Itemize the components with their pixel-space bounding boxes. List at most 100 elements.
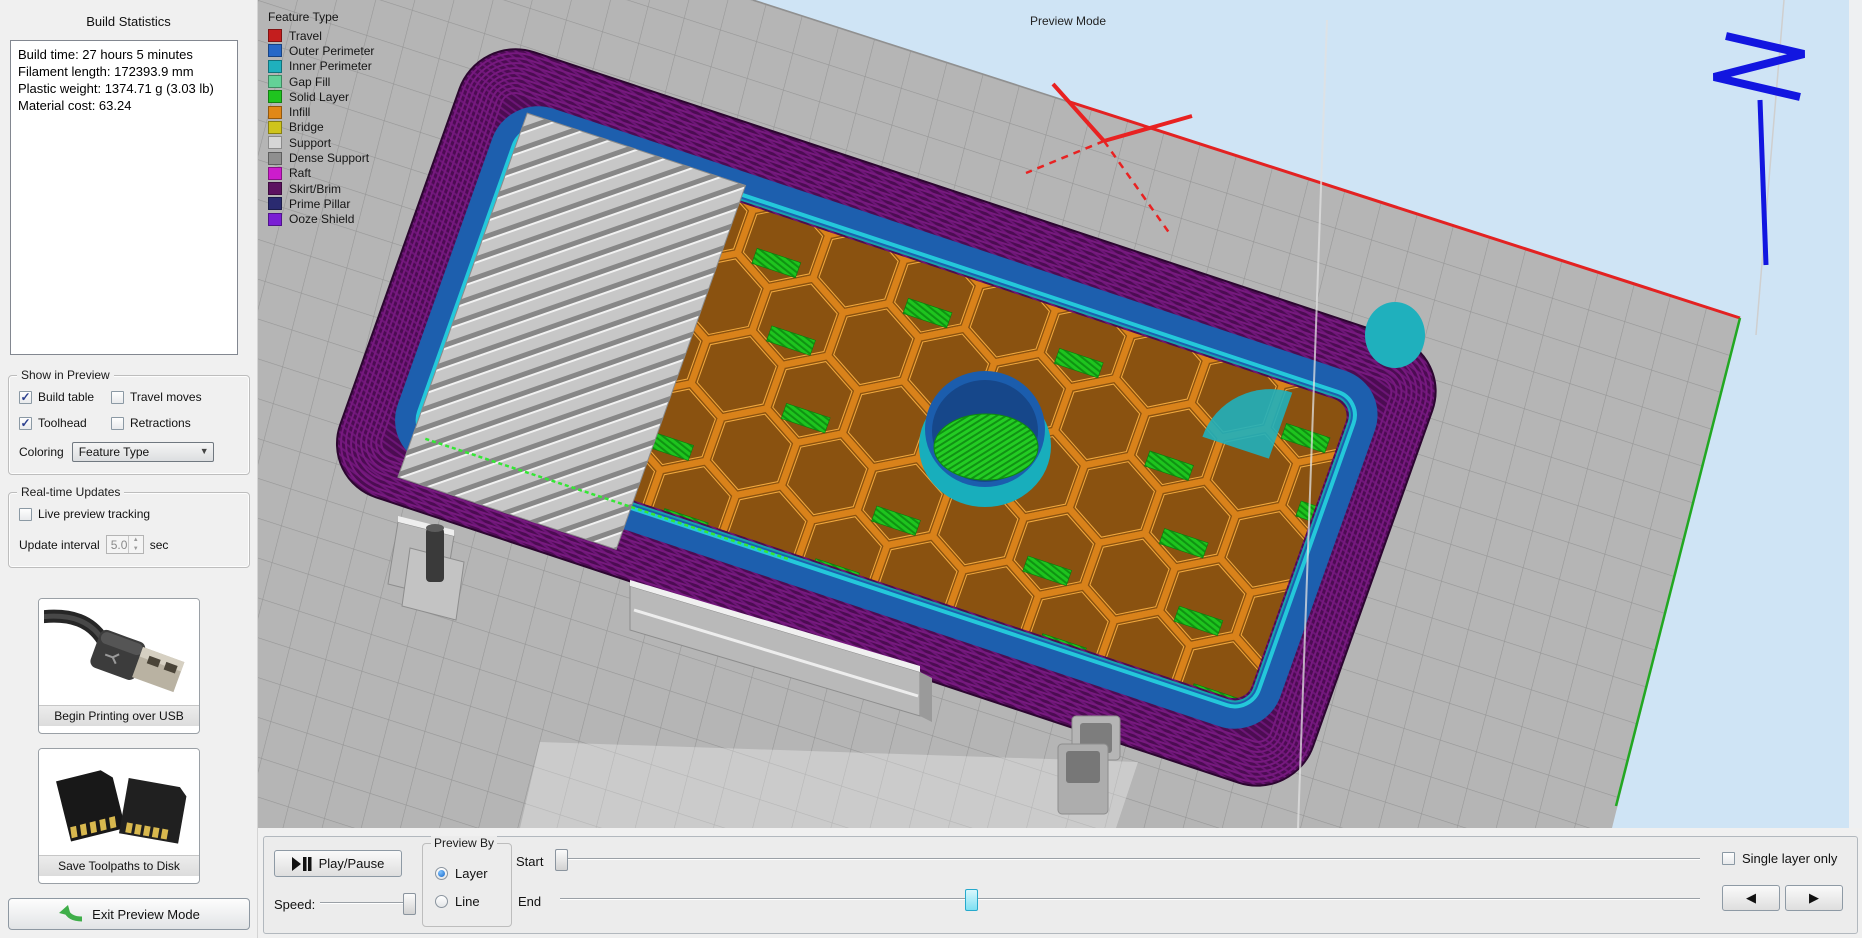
legend-swatch	[268, 213, 282, 226]
sd-cards-image	[39, 749, 199, 855]
speed-label: Speed:	[274, 897, 315, 912]
sd-button-caption: Save Toolpaths to Disk	[39, 855, 199, 876]
legend-label: Solid Layer	[289, 90, 349, 104]
scene-canvas	[258, 0, 1862, 828]
legend-swatch	[268, 182, 282, 195]
legend-label: Inner Perimeter	[289, 59, 372, 73]
usb-plug-image	[39, 599, 199, 705]
end-layer-slider[interactable]	[560, 889, 1700, 909]
exit-preview-mode-button[interactable]: Exit Preview Mode	[8, 898, 250, 930]
save-toolpaths-button[interactable]: Save Toolpaths to Disk	[38, 748, 200, 884]
single-layer-checkbox[interactable]	[1722, 852, 1735, 865]
legend-swatch	[268, 60, 282, 73]
radio-line[interactable]: Line	[435, 894, 480, 909]
legend-swatch	[268, 121, 282, 134]
legend-item-solid-layer: Solid Layer	[268, 89, 374, 104]
legend-label: Bridge	[289, 120, 324, 134]
start-label: Start	[516, 854, 543, 869]
coloring-dropdown[interactable]: Feature Type ▼	[72, 442, 214, 462]
legend-label: Ooze Shield	[289, 212, 354, 226]
legend-item-skirt-brim: Skirt/Brim	[268, 181, 374, 196]
speed-slider[interactable]	[320, 893, 408, 913]
begin-printing-usb-button[interactable]: Begin Printing over USB	[38, 598, 200, 734]
show-checkbox-retractions[interactable]: Retractions	[111, 416, 191, 430]
legend-swatch	[268, 75, 282, 88]
preview-toolbar: Play/Pause Speed: Preview By Layer Line …	[263, 836, 1858, 934]
checkbox-control[interactable]: ✓	[19, 417, 32, 430]
legend-swatch	[268, 106, 282, 119]
stat-line: Filament length: 172393.9 mm	[18, 63, 230, 80]
update-interval-unit: sec	[150, 538, 169, 552]
play-pause-button[interactable]: Play/Pause	[274, 850, 402, 877]
legend-label: Prime Pillar	[289, 197, 350, 211]
viewport-margin	[1849, 0, 1862, 828]
radio-layer-control[interactable]	[435, 867, 448, 880]
previous-layer-button[interactable]: ◀	[1722, 885, 1780, 911]
legend-title: Feature Type	[268, 10, 374, 24]
legend-item-inner-perimeter: Inner Perimeter	[268, 59, 374, 74]
legend-item-dense-support: Dense Support	[268, 150, 374, 165]
exit-button-label: Exit Preview Mode	[92, 907, 200, 922]
coloring-value: Feature Type	[79, 445, 150, 459]
next-layer-button[interactable]: ▶	[1785, 885, 1843, 911]
feature-type-legend: Feature Type TravelOuter PerimeterInner …	[268, 10, 374, 227]
show-in-preview-group: Show in Preview ✓Build tableTravel moves…	[8, 375, 250, 475]
spin-up-icon[interactable]: ▲	[129, 536, 143, 545]
legend-item-raft: Raft	[268, 166, 374, 181]
chevron-down-icon: ▼	[200, 446, 209, 456]
legend-item-gap-fill: Gap Fill	[268, 74, 374, 89]
next-arrow-icon: ▶	[1809, 890, 1819, 906]
legend-swatch	[268, 44, 282, 57]
small-hole	[1365, 302, 1425, 368]
legend-swatch	[268, 152, 282, 165]
preview-by-group: Preview By Layer Line	[422, 843, 512, 927]
start-layer-slider[interactable]	[560, 849, 1700, 869]
speed-slider-track	[320, 902, 408, 904]
prev-arrow-icon: ◀	[1746, 890, 1756, 906]
update-interval-label: Update interval	[19, 538, 100, 552]
show-checkbox-travel-moves[interactable]: Travel moves	[111, 390, 202, 404]
legend-label: Dense Support	[289, 151, 369, 165]
start-slider-handle[interactable]	[555, 849, 568, 871]
legend-item-prime-pillar: Prime Pillar	[268, 196, 374, 211]
spin-down-icon[interactable]: ▼	[129, 545, 143, 554]
checkbox-label: Travel moves	[130, 390, 202, 404]
show-in-preview-label: Show in Preview	[17, 368, 114, 382]
stat-line: Plastic weight: 1374.71 g (3.03 lb)	[18, 80, 230, 97]
end-slider-handle[interactable]	[965, 889, 978, 911]
preview-by-label: Preview By	[431, 836, 497, 850]
checkbox-control[interactable]	[111, 417, 124, 430]
end-slider-track	[560, 898, 1700, 900]
show-checkbox-toolhead[interactable]: ✓ Toolhead	[19, 416, 87, 430]
radio-layer[interactable]: Layer	[435, 866, 488, 881]
legend-label: Outer Perimeter	[289, 44, 374, 58]
legend-item-infill: Infill	[268, 104, 374, 119]
live-preview-checkbox[interactable]	[19, 508, 32, 521]
legend-swatch	[268, 90, 282, 103]
radio-line-label: Line	[455, 894, 480, 909]
checkbox-label: Toolhead	[38, 416, 87, 430]
coloring-label: Coloring	[19, 445, 64, 459]
legend-item-travel: Travel	[268, 28, 374, 43]
radio-line-control[interactable]	[435, 895, 448, 908]
speed-slider-handle[interactable]	[403, 893, 416, 915]
green-back-arrow-icon	[58, 904, 84, 924]
single-layer-row[interactable]: Single layer only	[1722, 851, 1837, 866]
legend-swatch	[268, 197, 282, 210]
legend-item-support: Support	[268, 135, 374, 150]
spinner-arrows[interactable]: ▲▼	[128, 536, 143, 553]
play-pause-label: Play/Pause	[319, 856, 385, 871]
live-preview-label: Live preview tracking	[38, 507, 150, 521]
preview-3d-viewport[interactable]: Feature Type TravelOuter PerimeterInner …	[258, 0, 1862, 828]
checkbox-control[interactable]: ✓	[19, 391, 32, 404]
legend-label: Raft	[289, 166, 311, 180]
legend-item-ooze-shield: Ooze Shield	[268, 212, 374, 227]
usb-button-caption: Begin Printing over USB	[39, 705, 199, 726]
update-interval-spinner[interactable]: 5.0 ▲▼	[106, 535, 144, 554]
checkbox-control[interactable]	[111, 391, 124, 404]
legend-swatch	[268, 29, 282, 42]
update-interval-value: 5.0	[111, 538, 128, 552]
stat-line: Material cost: 63.24	[18, 97, 230, 114]
show-checkbox-build-table[interactable]: ✓Build table	[19, 390, 94, 404]
build-statistics-title: Build Statistics	[0, 0, 257, 29]
